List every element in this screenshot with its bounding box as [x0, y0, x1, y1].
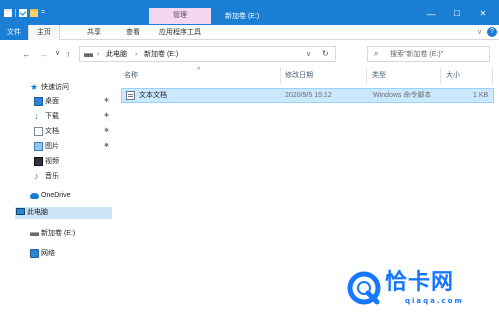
watermark-url: qiaqa.com: [405, 297, 464, 305]
sidebar-item-label: 快速访问: [41, 84, 69, 91]
breadcrumb-this-pc[interactable]: 此电脑: [106, 50, 127, 60]
search-box[interactable]: ⌕: [367, 46, 490, 62]
cloud-icon: [30, 193, 39, 199]
sidebar-item-documents[interactable]: 文档 ✱: [18, 126, 114, 138]
watermark-logo-icon: [347, 271, 381, 305]
documents-icon: [34, 127, 43, 136]
column-divider[interactable]: [366, 67, 367, 85]
sidebar-item-label: 桌面: [45, 98, 59, 105]
breadcrumb-drive-e[interactable]: 新加卷 (E:): [144, 50, 178, 60]
sidebar-item-label: 文档: [45, 128, 59, 135]
pictures-icon: [34, 142, 43, 151]
column-divider[interactable]: [440, 67, 441, 85]
sidebar-item-label: 图片: [45, 143, 59, 150]
column-header-size[interactable]: 大小: [442, 67, 492, 85]
computer-icon: [16, 208, 25, 215]
pin-icon[interactable]: ✱: [104, 112, 109, 119]
script-file-icon: [126, 91, 135, 100]
tab-home[interactable]: 主页: [28, 25, 60, 40]
column-divider[interactable]: [492, 67, 493, 85]
maximize-button[interactable]: ☐: [447, 8, 467, 20]
download-icon: ↓: [34, 111, 39, 121]
address-bar[interactable]: › 此电脑 › 新加卷 (E:) ∨ ↻: [79, 46, 336, 62]
table-row[interactable]: 文本文档 2020/9/5 15:12 Windows 命令脚本 1 KB: [121, 88, 494, 103]
desktop-icon: [34, 97, 43, 106]
refresh-icon[interactable]: ↻: [322, 49, 329, 58]
sidebar-item-this-pc[interactable]: 此电脑: [15, 207, 112, 219]
drive-icon: [30, 232, 39, 236]
qat-separator: [15, 9, 16, 17]
minimize-button[interactable]: —: [421, 8, 441, 20]
breadcrumb-separator[interactable]: ›: [97, 50, 99, 60]
up-button[interactable]: ↑: [66, 48, 71, 60]
tab-share[interactable]: 共享: [83, 25, 105, 40]
window-menu-icon[interactable]: [4, 9, 12, 17]
drive-icon: [84, 53, 93, 57]
pin-icon[interactable]: ✱: [104, 142, 109, 149]
network-icon: [30, 249, 39, 258]
sidebar-item-label: 下载: [45, 113, 59, 120]
navigation-bar: ← → ∨ ↑ › 此电脑 › 新加卷 (E:) ∨ ↻ ⌕: [0, 41, 499, 67]
tab-view[interactable]: 查看: [122, 25, 144, 40]
column-header-modified[interactable]: 修改日期: [281, 67, 366, 85]
title-bar: = 管理 新加卷 (E:) — ☐ ✕: [0, 0, 499, 25]
sidebar-item-label: 新加卷 (E:): [41, 230, 76, 237]
file-modified: 2020/9/5 15:12: [285, 92, 332, 99]
file-name: 文本文档: [139, 92, 167, 99]
sidebar-item-network[interactable]: 网络: [30, 248, 126, 260]
search-icon: ⌕: [374, 49, 379, 58]
sidebar-item-onedrive[interactable]: OneDrive: [30, 190, 126, 202]
new-folder-icon[interactable]: [30, 9, 38, 17]
sidebar-item-videos[interactable]: 视频: [18, 156, 114, 168]
sidebar-item-downloads[interactable]: ↓ 下载 ✱: [18, 111, 114, 123]
videos-icon: [34, 157, 43, 166]
watermark: 恰卡网 qiaqa.com: [347, 268, 497, 310]
breadcrumb-separator[interactable]: ›: [135, 50, 137, 60]
sidebar-item-label: 网络: [41, 250, 55, 257]
navigation-pane: ★ 快速访问 桌面 ✱ ↓ 下载 ✱ 文档 ✱ 图片 ✱ 视频 ♪ 音乐 One…: [0, 72, 116, 314]
file-size: 1 KB: [473, 92, 489, 99]
manage-contextual-tab[interactable]: 管理: [149, 8, 211, 24]
forward-button[interactable]: →: [39, 48, 48, 60]
expand-ribbon-icon[interactable]: ∨: [477, 28, 485, 36]
column-header-type[interactable]: 类型: [368, 67, 440, 85]
pin-icon[interactable]: ✱: [104, 127, 109, 134]
watermark-text: 恰卡网: [385, 270, 455, 295]
star-icon: ★: [30, 82, 39, 92]
sidebar-item-label: 此电脑: [27, 209, 48, 216]
file-type: Windows 命令脚本: [373, 92, 432, 99]
tab-application-tools[interactable]: 应用程序工具: [154, 25, 206, 40]
sidebar-item-music[interactable]: ♪ 音乐: [18, 171, 114, 183]
window-title: 新加卷 (E:): [225, 13, 260, 20]
sort-ascending-icon: ^: [197, 67, 201, 74]
ribbon-tab-bar: 文件 主页 共享 查看 应用程序工具 ∨ ?: [0, 25, 499, 40]
properties-icon[interactable]: [19, 9, 27, 17]
sidebar-item-label: OneDrive: [41, 192, 71, 199]
address-dropdown-icon[interactable]: ∨: [306, 50, 311, 58]
close-button[interactable]: ✕: [473, 8, 493, 20]
qat-customize-icon[interactable]: =: [41, 9, 45, 17]
sidebar-item-quick-access[interactable]: ★ 快速访问: [30, 82, 126, 94]
back-button[interactable]: ←: [22, 48, 31, 60]
quick-access-toolbar: =: [4, 8, 45, 18]
sidebar-item-drive-e[interactable]: 新加卷 (E:): [30, 228, 126, 240]
sidebar-item-label: 视频: [45, 158, 59, 165]
search-input[interactable]: [390, 49, 488, 60]
tab-file[interactable]: 文件: [0, 25, 28, 40]
sidebar-item-pictures[interactable]: 图片 ✱: [18, 141, 114, 153]
sidebar-item-label: 音乐: [45, 173, 59, 180]
help-icon[interactable]: ?: [487, 27, 497, 37]
music-icon: ♪: [34, 171, 39, 181]
pin-icon[interactable]: ✱: [104, 97, 109, 104]
recent-locations-button[interactable]: ∨: [55, 48, 60, 60]
sidebar-item-desktop[interactable]: 桌面 ✱: [18, 96, 114, 108]
